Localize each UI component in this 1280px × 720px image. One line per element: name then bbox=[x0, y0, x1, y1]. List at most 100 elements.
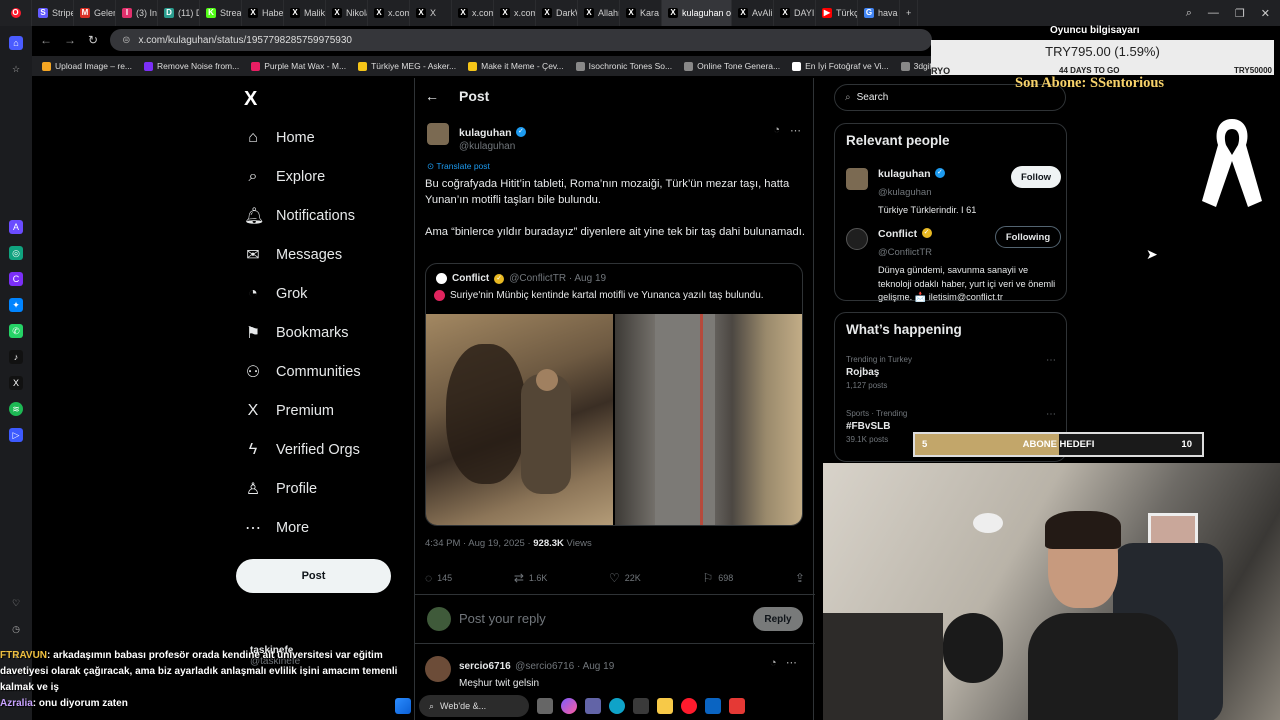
browser-tab[interactable]: Ghava dur bbox=[858, 0, 900, 26]
browser-tab[interactable]: X Malik Eje bbox=[284, 0, 326, 26]
task-view-icon[interactable] bbox=[537, 698, 553, 714]
nav-item-explore[interactable]: ⌕ Explore bbox=[240, 157, 361, 196]
grok-explain-icon[interactable]: ◔ bbox=[770, 657, 777, 669]
browser-tab[interactable]: ▶ Türkçe'y bbox=[816, 0, 858, 26]
aria-icon[interactable]: A bbox=[9, 220, 23, 234]
minimize-button[interactable]: — bbox=[1208, 7, 1219, 19]
reload-icon[interactable]: ↻ bbox=[88, 33, 98, 47]
nav-item-premium[interactable]: X Premium bbox=[240, 391, 361, 430]
comment-author-handle[interactable]: @sercio6716 · Aug 19 bbox=[515, 661, 614, 672]
bookmark-item[interactable]: Türkiye MEG - Asker... bbox=[358, 61, 456, 71]
nav-item-profile[interactable]: ♙ Profile bbox=[240, 469, 361, 508]
person-card[interactable]: Conflict ✓ @ConflictTR Dünya gündemi, sa… bbox=[846, 224, 1061, 305]
messenger-icon[interactable]: ✦ bbox=[9, 298, 23, 312]
back-arrow-icon[interactable]: ← bbox=[425, 88, 439, 104]
spotify-icon[interactable]: ≋ bbox=[9, 402, 23, 416]
more-options-icon[interactable]: ⋯ bbox=[786, 657, 797, 669]
close-window-button[interactable]: ✕ bbox=[1261, 7, 1270, 20]
browser-tab[interactable]: X Kara Kutu bbox=[620, 0, 662, 26]
reply-button[interactable]: Reply bbox=[753, 607, 803, 631]
browser-tab[interactable]: X Nikola Ke bbox=[326, 0, 368, 26]
avatar[interactable] bbox=[427, 123, 449, 145]
nav-item-verified-orgs[interactable]: ϟ Verified Orgs bbox=[240, 430, 361, 469]
browser-tab[interactable]: X DAYI on bbox=[774, 0, 816, 26]
browser-tab[interactable]: Xx.com/aj bbox=[452, 0, 494, 26]
more-options-icon[interactable]: ⋯ bbox=[1046, 355, 1056, 366]
nav-item-communities[interactable]: ⚇ Communities bbox=[240, 352, 361, 391]
maximize-button[interactable]: ❐ bbox=[1235, 7, 1245, 20]
bookmark-item[interactable]: Online Tone Genera... bbox=[684, 61, 780, 71]
comment-author-name[interactable]: sercio6716 bbox=[459, 661, 511, 672]
browser-tab[interactable]: X DarkWeb bbox=[536, 0, 578, 26]
more-options-icon[interactable]: ⋯ bbox=[790, 124, 801, 137]
browser-tab[interactable]: X Haber on bbox=[242, 0, 284, 26]
file-explorer-icon[interactable] bbox=[657, 698, 673, 714]
post-author[interactable]: kulaguhan ✓ @kulaguhan bbox=[427, 123, 526, 152]
more-options-icon[interactable]: ⋯ bbox=[1046, 409, 1056, 420]
bookmark-action[interactable]: ⚐ 698 bbox=[702, 571, 733, 585]
avatar[interactable] bbox=[846, 228, 868, 250]
author-handle[interactable]: @kulaguhan bbox=[459, 141, 526, 152]
browser-tab[interactable]: M Gelen Ku bbox=[74, 0, 116, 26]
bookmark-item[interactable]: Purple Mat Wax - M... bbox=[251, 61, 346, 71]
post-timestamp[interactable]: 4:34 PM · Aug 19, 2025 · bbox=[425, 538, 531, 549]
browser-tab[interactable]: K Stream bbox=[200, 0, 242, 26]
following-button[interactable]: Following bbox=[995, 226, 1061, 248]
browser-tab[interactable]: Xkulaguhan on X bbox=[662, 0, 732, 26]
opera-menu-button[interactable]: O bbox=[0, 0, 32, 26]
browser-tab[interactable]: Xx.com/ug bbox=[494, 0, 536, 26]
browser-tab[interactable]: S Stripe Ex bbox=[32, 0, 74, 26]
avatar[interactable] bbox=[425, 656, 451, 682]
home-sidebar-button[interactable]: ⌂ bbox=[9, 36, 23, 50]
nav-item-more[interactable]: ⋯ More bbox=[240, 508, 361, 547]
browser-tab[interactable]: X Allahım F bbox=[578, 0, 620, 26]
bookmark-item[interactable]: Isochronic Tones So... bbox=[575, 61, 672, 71]
app-taskbar-icon[interactable] bbox=[729, 698, 745, 714]
tiktok-icon[interactable]: ♪ bbox=[9, 350, 23, 364]
person-handle[interactable]: @kulaguhan bbox=[878, 187, 932, 198]
bookmark-item[interactable]: En İyi Fotoğraf ve Vi... bbox=[792, 61, 889, 71]
windows-start-icon[interactable] bbox=[395, 698, 411, 714]
history-icon[interactable]: ◷ bbox=[9, 622, 23, 636]
browser-tab[interactable]: XX bbox=[410, 0, 452, 26]
bookmark-item[interactable]: Remove Noise from... bbox=[144, 61, 239, 71]
bookmark-item[interactable]: Make it Meme - Çev... bbox=[468, 61, 564, 71]
browser-tab[interactable]: X AvAliDev bbox=[732, 0, 774, 26]
follow-button[interactable]: Follow bbox=[1011, 166, 1061, 188]
nav-item-notifications[interactable]: 🔔︎ Notifications bbox=[240, 196, 361, 235]
opera-taskbar-icon[interactable] bbox=[681, 698, 697, 714]
comment-item[interactable]: sercio6716 @sercio6716 · Aug 19 Meşhur t… bbox=[425, 656, 797, 689]
forward-arrow-icon[interactable]: → bbox=[64, 33, 76, 47]
teams-icon[interactable] bbox=[585, 698, 601, 714]
x-logo-icon[interactable]: X bbox=[244, 88, 257, 111]
whatsapp-icon[interactable]: ✆ bbox=[9, 324, 23, 338]
repost-action[interactable]: ⇄ 1.6K bbox=[514, 571, 548, 585]
reply-input[interactable]: Post your reply bbox=[459, 611, 546, 626]
quoted-post[interactable]: Conflict ✓ @ConflictTR · Aug 19 Suriye'n… bbox=[425, 263, 803, 526]
nav-item-home[interactable]: ⌂ Home bbox=[240, 118, 361, 157]
compose-post-button[interactable]: Post bbox=[236, 559, 391, 593]
avatar[interactable] bbox=[846, 168, 868, 190]
new-tab-button[interactable]: + bbox=[900, 0, 919, 26]
heart-sidebar-icon[interactable]: ♡ bbox=[9, 596, 23, 610]
store-icon[interactable] bbox=[633, 698, 649, 714]
chatgpt-icon[interactable]: ◎ bbox=[9, 246, 23, 260]
quoted-image-excavation[interactable] bbox=[426, 314, 613, 525]
star-sidebar-button[interactable]: ☆ bbox=[9, 62, 23, 76]
grok-explain-icon[interactable]: ◔ bbox=[773, 124, 780, 137]
tab-search-icon[interactable]: ⌕ bbox=[1186, 7, 1192, 20]
nav-item-messages[interactable]: ✉ Messages bbox=[240, 235, 361, 274]
app-icon[interactable]: C bbox=[9, 272, 23, 286]
nav-item-bookmarks[interactable]: ⚑ Bookmarks bbox=[240, 313, 361, 352]
taskbar-search[interactable]: ⌕ Web'de &... bbox=[419, 695, 529, 717]
copilot-icon[interactable] bbox=[561, 698, 577, 714]
outlook-icon[interactable] bbox=[705, 698, 721, 714]
trend-item[interactable]: Trending in Turkey Rojbaş 1,127 posts ⋯ bbox=[846, 355, 1056, 390]
like-action[interactable]: ♡ 22K bbox=[609, 571, 641, 585]
x-sidebar-icon[interactable]: X bbox=[9, 376, 23, 390]
nav-item-grok[interactable]: ◔ Grok bbox=[240, 274, 361, 313]
share-action[interactable]: ⇪ bbox=[795, 571, 805, 585]
browser-tab[interactable]: D (11) Dash bbox=[158, 0, 200, 26]
browser-tab[interactable]: I (3) Instag bbox=[116, 0, 158, 26]
back-arrow-icon[interactable]: ← bbox=[40, 33, 52, 47]
